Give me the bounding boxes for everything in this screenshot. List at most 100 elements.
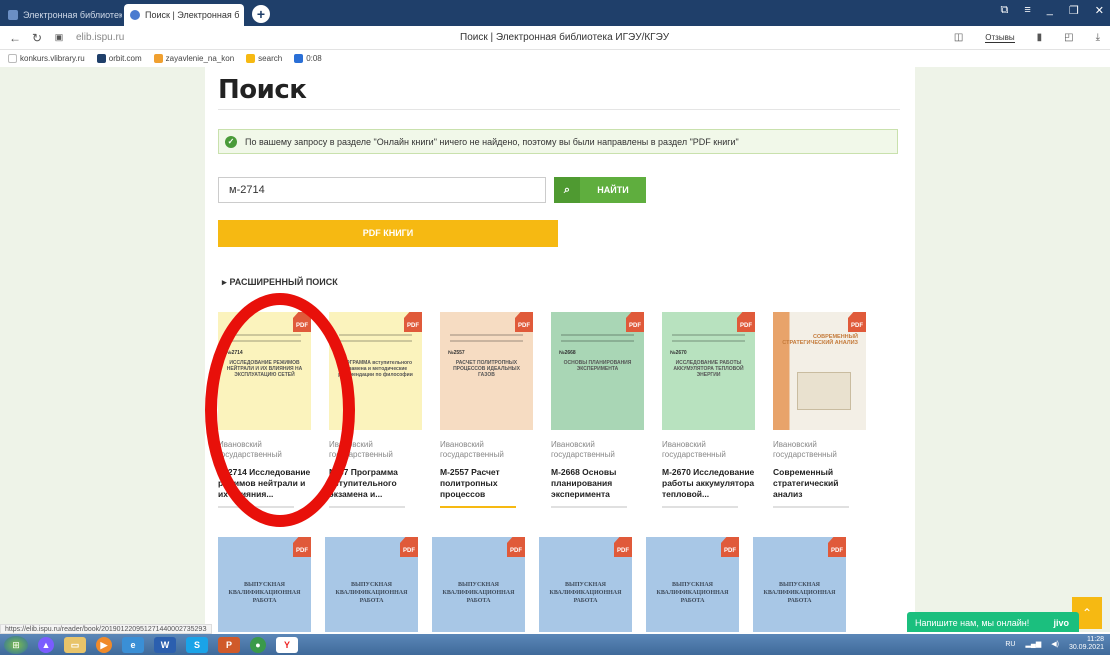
- find-button[interactable]: ⌕ НАЙТИ: [554, 177, 646, 203]
- book-title[interactable]: М-67 Программа вступительного экзамена и…: [329, 467, 424, 500]
- triangle-icon: ▸: [222, 277, 227, 287]
- internet-explorer-icon[interactable]: e: [122, 636, 144, 653]
- cover-title: ПРОГРАММА вступительного экзамена и мето…: [338, 360, 413, 378]
- vkr-book-cover[interactable]: ВЫПУСКНАЯ КВАЛИФИКАЦИОННАЯ РАБОТА PDF: [432, 537, 525, 632]
- advanced-search-label: РАСШИРЕННЫЙ ПОИСК: [229, 277, 338, 287]
- bookmark-label: 0:08: [306, 54, 322, 63]
- cover-title: ИССЛЕДОВАНИЕ РЕЖИМОВ НЕЙТРАЛИ И ИХ ВЛИЯН…: [226, 360, 303, 378]
- new-tab-button[interactable]: +: [252, 5, 270, 23]
- clock-date: 30.09.2021: [1068, 644, 1104, 651]
- book-card[interactable]: ПРОГРАММА вступительного экзамена и мето…: [329, 312, 426, 508]
- cover-title: ОСНОВЫ ПЛАНИРОВАНИЯ ЭКСПЕРИМЕНТА: [563, 360, 632, 372]
- language-indicator[interactable]: RU: [1005, 641, 1015, 648]
- close-window-icon[interactable]: ✕: [1095, 4, 1104, 17]
- book-org: Ивановский государственный: [218, 440, 282, 459]
- book-cover[interactable]: СОВРЕМЕННЫЙ СТРАТЕГИЧЕСКИЙ АНАЛИЗ PDF: [773, 312, 866, 430]
- book-card[interactable]: №2557 РАСЧЕТ ПОЛИТРОПНЫХ ПРОЦЕССОВ ИДЕАЛ…: [440, 312, 537, 508]
- address-bar: ← ↻ ▣ elib.ispu.ru Поиск | Электронная б…: [0, 26, 1110, 50]
- find-label: НАЙТИ: [597, 185, 629, 195]
- minimize-icon[interactable]: _: [1047, 4, 1053, 17]
- pdf-badge: PDF: [404, 312, 422, 332]
- book-cover[interactable]: №2668 ОСНОВЫ ПЛАНИРОВАНИЯ ЭКСПЕРИМЕНТА P…: [551, 312, 644, 430]
- yandex-browser-icon[interactable]: Y: [276, 636, 298, 653]
- yandex-alice-icon[interactable]: ▲: [38, 636, 54, 653]
- vkr-book-cover[interactable]: ВЫПУСКНАЯ КВАЛИФИКАЦИОННАЯ РАБОТА PDF: [753, 537, 846, 632]
- bookmark-icon[interactable]: ▮: [1037, 32, 1043, 43]
- chat-widget[interactable]: Напишите нам, мы онлайн! jivo: [907, 612, 1079, 632]
- pdf-badge: PDF: [293, 537, 311, 557]
- bookmark-item[interactable]: zayavlenie_na_kon: [153, 54, 235, 63]
- network-icon[interactable]: ▂▄▆: [1026, 640, 1042, 648]
- vkr-book-cover[interactable]: ВЫПУСКНАЯ КВАЛИФИКАЦИОННАЯ РАБОТА PDF: [539, 537, 632, 632]
- maximize-icon[interactable]: ❐: [1069, 4, 1079, 17]
- pdf-badge: PDF: [721, 537, 739, 557]
- vkr-book-cover[interactable]: ВЫПУСКНАЯ КВАЛИФИКАЦИОННАЯ РАБОТА PDF: [218, 537, 311, 632]
- powerpoint-icon[interactable]: P: [218, 636, 240, 653]
- collections-icon[interactable]: ⧉: [1001, 4, 1009, 17]
- vkr-book-cover[interactable]: ВЫПУСКНАЯ КВАЛИФИКАЦИОННАЯ РАБОТА PDF: [646, 537, 739, 632]
- book-card[interactable]: №2714 ИССЛЕДОВАНИЕ РЕЖИМОВ НЕЙТРАЛИ И ИХ…: [218, 312, 315, 508]
- bookmarks-bar: konkurs.vlibrary.ru orbit.com zayavlenie…: [0, 50, 1110, 67]
- back-icon[interactable]: ←: [8, 31, 22, 45]
- lock-icon: ▣: [54, 32, 64, 42]
- url-field[interactable]: elib.ispu.ru: [76, 32, 124, 43]
- book-title[interactable]: Современный стратегический анализ: [773, 467, 868, 500]
- chrome-icon[interactable]: ●: [250, 636, 266, 653]
- card-underline-active: [440, 506, 516, 508]
- bookmark-label: zayavlenie_na_kon: [165, 54, 235, 63]
- tab-search[interactable]: Поиск | Электронная б ✕: [124, 4, 244, 26]
- page-heading: Поиск: [218, 75, 307, 105]
- start-button[interactable]: ⊞: [4, 635, 28, 654]
- book-card[interactable]: СОВРЕМЕННЫЙ СТРАТЕГИЧЕСКИЙ АНАЛИЗ PDF Ив…: [773, 312, 870, 508]
- bookmark-item[interactable]: konkurs.vlibrary.ru: [8, 54, 85, 63]
- book-org: Ивановский государственный: [551, 440, 615, 459]
- book-title[interactable]: М-2670 Исследование работы аккумулятора …: [662, 467, 757, 500]
- menu-icon[interactable]: ≡: [1024, 4, 1030, 17]
- reviews-button[interactable]: Отзывы: [985, 33, 1015, 43]
- vkr-book-cover[interactable]: ВЫПУСКНАЯ КВАЛИФИКАЦИОННАЯ РАБОТА PDF: [325, 537, 418, 632]
- search-input[interactable]: [218, 177, 546, 203]
- bookmark-item[interactable]: 0:08: [294, 54, 322, 63]
- book-cover[interactable]: №2670 ИССЛЕДОВАНИЕ РАБОТЫ АККУМУЛЯТОРА Т…: [662, 312, 755, 430]
- book-title[interactable]: М-2714 Исследование режимов нейтрали и и…: [218, 467, 313, 500]
- library-favicon-icon: [8, 10, 18, 20]
- advanced-search-toggle[interactable]: ▸ РАСШИРЕННЫЙ ПОИСК: [222, 277, 338, 288]
- book-title[interactable]: М-2668 Основы планирования эксперимента: [551, 467, 646, 500]
- bookmark-item[interactable]: search: [246, 54, 282, 63]
- vkr-cover-text: ВЫПУСКНАЯ КВАЛИФИКАЦИОННАЯ РАБОТА: [228, 582, 301, 604]
- orbit-icon: [96, 54, 106, 63]
- bookmark-item[interactable]: orbit.com: [96, 54, 142, 63]
- cover-title: СОВРЕМЕННЫЙ СТРАТЕГИЧЕСКИЙ АНАЛИЗ: [782, 334, 858, 346]
- refresh-icon[interactable]: ↻: [30, 31, 44, 45]
- book-cover[interactable]: ПРОГРАММА вступительного экзамена и мето…: [329, 312, 422, 430]
- book-card[interactable]: №2668 ОСНОВЫ ПЛАНИРОВАНИЯ ЭКСПЕРИМЕНТА P…: [551, 312, 648, 508]
- cover-lines: [672, 334, 745, 346]
- book-cover[interactable]: №2714 ИССЛЕДОВАНИЕ РЕЖИМОВ НЕЙТРАЛИ И ИХ…: [218, 312, 311, 430]
- book-org: Ивановский государственный: [662, 440, 726, 459]
- download-icon[interactable]: ⤓: [1096, 32, 1100, 43]
- strategic-plan-chart-icon: [797, 372, 851, 410]
- media-player-icon[interactable]: ▶: [96, 636, 112, 653]
- card-underline: [773, 506, 849, 508]
- bookmark-label: search: [258, 54, 283, 63]
- card-underline: [551, 506, 627, 508]
- taskbar: ⊞ ▲ ▭ ▶ e W S P ● Y RU ▂▄▆ ◀) 11:28 30.0…: [0, 634, 1110, 655]
- page-icon: [8, 54, 17, 63]
- word-icon[interactable]: W: [154, 636, 176, 653]
- reader-icon[interactable]: ◰: [1064, 32, 1073, 43]
- pdf-badge: PDF: [515, 312, 533, 332]
- book-card[interactable]: №2670 ИССЛЕДОВАНИЕ РАБОТЫ АККУМУЛЯТОРА Т…: [662, 312, 759, 508]
- tab-library[interactable]: Электронная библиотека: [2, 4, 122, 26]
- volume-icon[interactable]: ◀): [1051, 640, 1059, 648]
- cover-code: №2557: [448, 350, 465, 356]
- skype-icon[interactable]: S: [186, 636, 208, 653]
- card-underline: [329, 506, 405, 508]
- system-tray: RU ▂▄▆ ◀) 11:28 30.09.2021: [1005, 636, 1104, 652]
- book-title[interactable]: М-2557 Расчет политропных процессов: [440, 467, 535, 500]
- book-cover[interactable]: №2557 РАСЧЕТ ПОЛИТРОПНЫХ ПРОЦЕССОВ ИДЕАЛ…: [440, 312, 533, 430]
- file-explorer-icon[interactable]: ▭: [64, 636, 86, 653]
- jivo-logo: jivo: [1053, 618, 1069, 628]
- pdf-books-button[interactable]: PDF КНИГИ: [218, 220, 558, 247]
- extension-icon[interactable]: ◫: [954, 32, 963, 43]
- clock[interactable]: 11:28 30.09.2021: [1069, 636, 1104, 652]
